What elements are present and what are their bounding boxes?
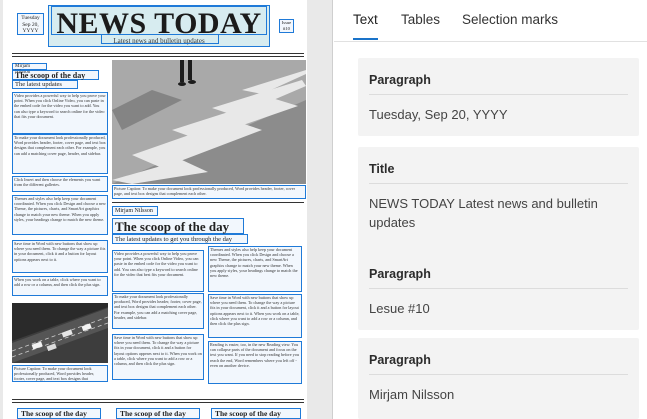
bottom-headline[interactable]: The scoop of the day	[17, 408, 101, 419]
paragraph-region[interactable]: Save time in Word with new buttons that …	[208, 294, 302, 338]
result-card[interactable]: Paragraph Mirjam Nilsson	[358, 338, 639, 419]
card-type-label: Title	[369, 162, 395, 176]
date-region[interactable]: Tuesday Sep 20, YYYY	[17, 13, 44, 35]
headline-center[interactable]: The scoop of the day	[112, 218, 244, 234]
result-card[interactable]: Paragraph Lesue #10	[358, 252, 639, 330]
masthead-subtitle-region[interactable]	[101, 34, 219, 44]
result-card[interactable]: Paragraph Tuesday, Sep 20, YYYY	[358, 58, 639, 136]
headline-left[interactable]: The scoop of the day	[12, 70, 99, 80]
paragraph-region[interactable]: Click Insert and then choose the element…	[12, 176, 108, 192]
paragraph-region[interactable]: Video provides a powerful way to help yo…	[112, 250, 204, 292]
divider-bottom-2	[12, 402, 304, 403]
masthead-title-region[interactable]	[51, 6, 267, 35]
tab-tables[interactable]: Tables	[401, 12, 440, 27]
subheadline-left[interactable]: The latest updates	[12, 80, 78, 89]
document-preview-pane[interactable]: Tuesday Sep 20, YYYY NEWS TODAY Latest n…	[0, 0, 333, 419]
card-type-label: Paragraph	[369, 267, 431, 281]
card-content: Lesue #10	[369, 301, 430, 316]
author-left[interactable]: Mirjam Nilsson	[12, 63, 47, 75]
card-type-label: Paragraph	[369, 73, 431, 87]
divider-top-2	[12, 56, 304, 57]
card-divider	[369, 288, 628, 289]
result-tabs: Text Tables Selection marks	[334, 0, 647, 42]
author-center[interactable]: Mirjam Nilsson	[112, 206, 158, 216]
date-text: Tuesday Sep 20, YYYY	[21, 15, 40, 34]
crosswalk-photo	[112, 60, 306, 184]
subheadline-center[interactable]: The latest updates to get you through th…	[112, 234, 248, 244]
results-list[interactable]: Paragraph Tuesday, Sep 20, YYYY Title NE…	[358, 58, 639, 419]
divider-center	[112, 202, 304, 203]
paragraph-region[interactable]: To make your document look professionall…	[12, 134, 108, 174]
paragraph-region[interactable]: To make your document look professionall…	[112, 293, 204, 329]
result-card[interactable]: Title NEWS TODAY Latest news and bulleti…	[358, 147, 639, 257]
paragraph-region[interactable]: Reading is easier, too, in the new Readi…	[208, 341, 302, 384]
paragraph-region[interactable]: Themes and styles also help keep your do…	[12, 195, 108, 235]
card-content: Mirjam Nilsson	[369, 387, 455, 402]
picture-caption[interactable]: Picture Caption: To make your document l…	[12, 365, 108, 382]
highway-photo	[12, 303, 108, 363]
paragraph-region[interactable]: Save time in Word with new buttons that …	[12, 240, 108, 273]
active-tab-indicator	[353, 38, 378, 40]
card-content: Tuesday, Sep 20, YYYY	[369, 107, 508, 122]
tab-selection-marks[interactable]: Selection marks	[462, 12, 558, 27]
card-divider	[369, 94, 628, 95]
divider-bottom	[12, 399, 304, 400]
paragraph-region[interactable]: When you work on a table, click where yo…	[12, 276, 108, 296]
paragraph-region[interactable]: Save time in Word with new buttons that …	[112, 334, 204, 380]
card-divider	[369, 183, 628, 184]
tabs-divider	[334, 41, 647, 42]
issue-region[interactable]: Issue #10	[279, 19, 294, 33]
bottom-headline[interactable]: The scoop of the day	[211, 408, 301, 419]
card-divider	[369, 374, 628, 375]
bottom-headline[interactable]: The scoop of the day	[116, 408, 200, 419]
paragraph-region[interactable]: Themes and styles also help keep your do…	[208, 246, 302, 292]
card-content: NEWS TODAY Latest news and bulletin upda…	[369, 196, 598, 230]
picture-caption[interactable]: Picture Caption: To make your document l…	[112, 185, 306, 199]
card-type-label: Paragraph	[369, 353, 431, 367]
issue-text: Issue #10	[281, 20, 292, 31]
divider-top	[12, 53, 304, 54]
tab-text[interactable]: Text	[353, 12, 378, 27]
paragraph-region[interactable]: Video provides a powerful way to help yo…	[12, 92, 108, 134]
document-page: Tuesday Sep 20, YYYY NEWS TODAY Latest n…	[3, 0, 307, 419]
